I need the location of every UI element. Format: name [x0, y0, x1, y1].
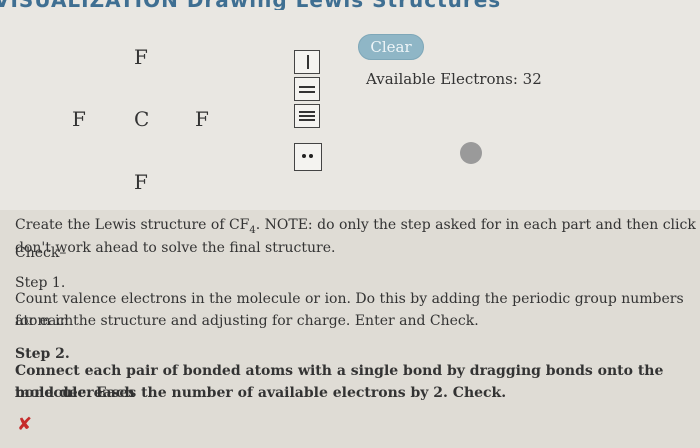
- clear-button[interactable]: Clear: [358, 34, 424, 60]
- incorrect-mark-icon: ✘: [17, 414, 33, 435]
- drawing-canvas[interactable]: F F C F F Clear Available Electrons: 32: [0, 10, 700, 210]
- available-electrons: Available Electrons: 32: [366, 70, 542, 88]
- intro-line-2: don't work ahead to solve the final stru…: [15, 240, 336, 256]
- step2-line-2: bond decreases the number of available e…: [15, 385, 507, 401]
- header-strip: VISUALIZATION Drawing Lewis Structures: [0, 0, 700, 10]
- triple-bond-tool[interactable]: [294, 104, 320, 128]
- atom-f-top[interactable]: F: [134, 45, 148, 69]
- status-indicator: [460, 142, 482, 164]
- single-bond-icon: [307, 55, 309, 69]
- header-title: VISUALIZATION Drawing Lewis Structures: [0, 0, 501, 10]
- triple-bond-icon: [299, 111, 315, 113]
- atom-f-right[interactable]: F: [195, 107, 209, 131]
- double-bond-icon: [299, 86, 315, 88]
- bond-toolbar: [294, 50, 324, 131]
- lone-pair-icon: [302, 154, 313, 158]
- atom-f-left[interactable]: F: [72, 107, 86, 131]
- atom-f-bottom[interactable]: F: [134, 170, 148, 194]
- lone-pair-tool[interactable]: [294, 143, 322, 171]
- atom-c-center[interactable]: C: [134, 107, 149, 131]
- single-bond-tool[interactable]: [294, 50, 320, 74]
- step1-line-2: atom in the structure and adjusting for …: [15, 313, 479, 329]
- double-bond-tool[interactable]: [294, 77, 320, 101]
